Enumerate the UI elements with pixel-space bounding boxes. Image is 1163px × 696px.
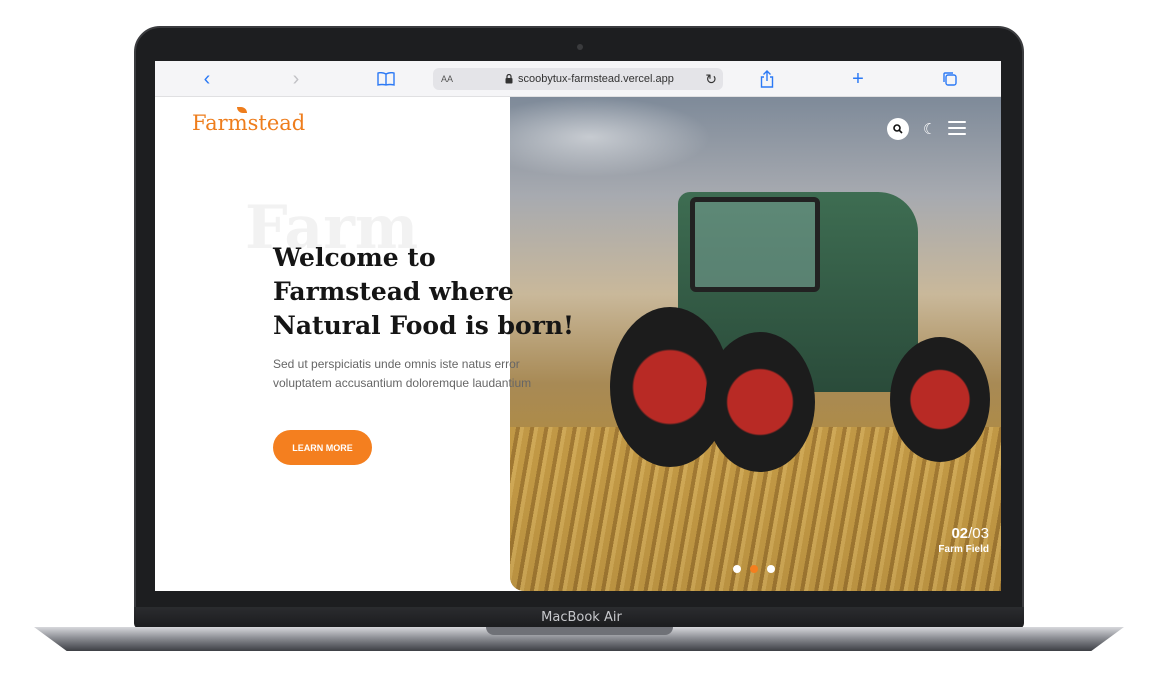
url-text: scoobytux-farmstead.vercel.app bbox=[518, 73, 674, 85]
slider-dot-active[interactable] bbox=[750, 565, 758, 573]
laptop-notch bbox=[486, 627, 673, 635]
new-tab-icon[interactable]: + bbox=[843, 67, 873, 91]
hero-description-line: Sed ut perspiciatis unde omnis iste natu… bbox=[273, 357, 520, 371]
hero-image bbox=[510, 97, 1001, 591]
learn-more-button[interactable]: LEARN MORE bbox=[273, 430, 372, 465]
share-icon[interactable] bbox=[752, 67, 782, 91]
url-display[interactable]: scoobytux-farmstead.vercel.app bbox=[505, 73, 674, 85]
tractor-wheel bbox=[890, 337, 990, 462]
dark-mode-icon[interactable]: ☾ bbox=[923, 118, 939, 140]
search-icon[interactable] bbox=[887, 118, 909, 140]
website-page: Farmstead ☾ Farm Welcome to Farmstead wh… bbox=[155, 97, 1001, 591]
slide-total: /03 bbox=[968, 525, 989, 542]
menu-icon[interactable] bbox=[948, 121, 966, 135]
slider-dot[interactable] bbox=[733, 565, 741, 573]
slide-current: 02 bbox=[951, 525, 969, 542]
bookmarks-icon[interactable] bbox=[371, 67, 401, 91]
back-icon[interactable]: ‹ bbox=[192, 67, 222, 91]
lock-icon bbox=[505, 74, 513, 84]
device-model-label: MacBook Air bbox=[541, 610, 622, 625]
address-bar[interactable]: AA scoobytux-farmstead.vercel.app ↻ bbox=[433, 68, 723, 90]
slider-dot[interactable] bbox=[767, 565, 775, 573]
site-logo[interactable]: Farmstead bbox=[192, 111, 305, 135]
hero-description-line: voluptatem accusantium doloremque laudan… bbox=[273, 376, 532, 390]
slide-caption: Farm Field bbox=[938, 544, 989, 555]
tabs-icon[interactable] bbox=[935, 67, 965, 91]
text-size-button[interactable]: AA bbox=[441, 74, 453, 84]
browser-toolbar: ‹ › AA scoobytux-farmstead.vercel.app ↻ … bbox=[155, 61, 1001, 97]
forward-icon[interactable]: › bbox=[281, 67, 311, 91]
slider-dots bbox=[733, 565, 775, 573]
tractor-cab bbox=[690, 197, 820, 292]
camera-icon bbox=[577, 44, 583, 50]
hero-description: Sed ut perspiciatis unde omnis iste natu… bbox=[273, 355, 563, 393]
slide-counter: 02/03 Farm Field bbox=[925, 525, 989, 555]
laptop-mockup: ‹ › AA scoobytux-farmstead.vercel.app ↻ … bbox=[0, 0, 1163, 696]
reload-icon[interactable]: ↻ bbox=[705, 71, 717, 88]
tractor-wheel bbox=[705, 332, 815, 472]
browser-window: ‹ › AA scoobytux-farmstead.vercel.app ↻ … bbox=[155, 61, 1001, 591]
hero-heading: Welcome to Farmstead where Natural Food … bbox=[273, 243, 575, 340]
